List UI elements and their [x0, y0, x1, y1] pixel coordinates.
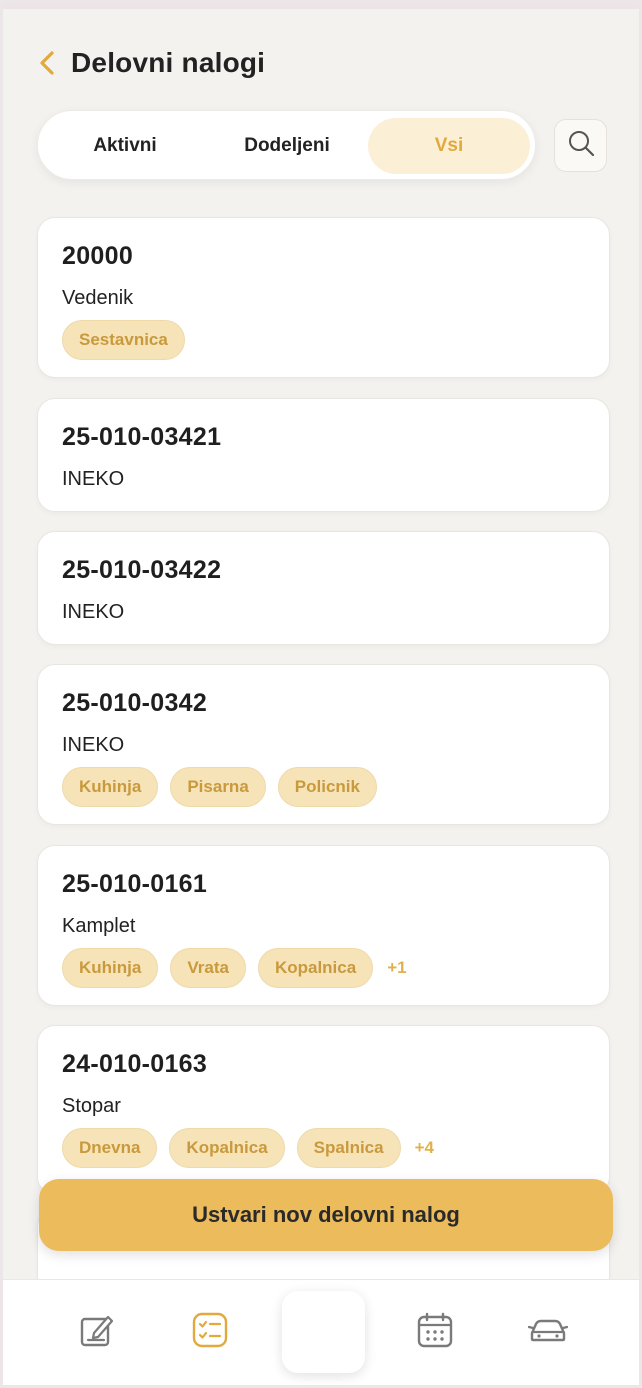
- tag: Spalnica: [296, 1128, 401, 1168]
- order-client: Stopar: [62, 1095, 121, 1117]
- tag: Kuhinja: [62, 948, 159, 988]
- tag-list: Kuhinja Pisarna Policnik: [62, 767, 377, 807]
- page-header: Delovni nalogi: [39, 47, 265, 79]
- order-card[interactable]: 25-010-03422 INEKO: [37, 531, 610, 645]
- create-work-order-button[interactable]: Ustvari nov delovni nalog: [39, 1179, 613, 1251]
- more-tags-count: +4: [414, 1138, 434, 1157]
- app-screen: Delovni nalogi Aktivni Dodeljeni Vsi 200…: [0, 0, 642, 1388]
- nav-edit[interactable]: [77, 1312, 117, 1352]
- order-card[interactable]: 25-010-0161 Kamplet Kuhinja Vrata Kopaln…: [37, 845, 610, 1006]
- tag: Kuhinja: [62, 767, 159, 807]
- more-tags-count: +1: [387, 958, 407, 977]
- order-client: INEKO: [62, 468, 125, 490]
- order-card[interactable]: 24-010-0163 Stopar Dnevna Kopalnica Spal…: [37, 1025, 610, 1195]
- tag-list: Dnevna Kopalnica Spalnica +4: [62, 1128, 434, 1168]
- search-icon: [566, 128, 596, 163]
- tag: Dnevna: [62, 1128, 158, 1168]
- car-icon: [527, 1311, 569, 1354]
- order-card[interactable]: 20000 Vedenik Sestavnica: [37, 217, 610, 378]
- nav-car[interactable]: [527, 1311, 569, 1354]
- tag-list: Kuhinja Vrata Kopalnica +1: [62, 948, 407, 988]
- checklist-icon: [191, 1311, 229, 1354]
- tab-aktivni[interactable]: Aktivni: [52, 118, 198, 174]
- tag: Kopalnica: [257, 948, 374, 988]
- order-client: INEKO: [62, 601, 125, 623]
- order-number: 25-010-0342: [62, 689, 208, 717]
- nav-calendar[interactable]: [415, 1312, 455, 1352]
- order-number: 25-010-0161: [62, 870, 208, 898]
- filter-segmented-control: Aktivni Dodeljeni Vsi: [37, 110, 536, 180]
- order-client: Vedenik: [62, 287, 134, 309]
- tag: Pisarna: [170, 767, 266, 807]
- tab-dodeljeni[interactable]: Dodeljeni: [212, 118, 362, 174]
- tag: Vrata: [170, 948, 246, 988]
- chevron-left-icon[interactable]: [39, 47, 59, 79]
- order-number: 20000: [62, 242, 134, 270]
- order-card[interactable]: 25-010-0342 INEKO Kuhinja Pisarna Policn…: [37, 664, 610, 825]
- edit-icon: [78, 1311, 116, 1354]
- order-number: 24-010-0163: [62, 1050, 208, 1078]
- nav-center-action-button[interactable]: [282, 1291, 365, 1373]
- order-number: 25-010-03421: [62, 423, 222, 451]
- page-title: Delovni nalogi: [71, 47, 266, 78]
- order-card[interactable]: 25-010-03421 INEKO: [37, 398, 610, 512]
- tag: Sestavnica: [62, 320, 185, 360]
- tag-list: Sestavnica: [62, 320, 185, 360]
- order-client: Kamplet: [62, 915, 136, 937]
- status-strip: [3, 3, 639, 9]
- order-client: INEKO: [62, 734, 125, 756]
- tag: Kopalnica: [169, 1128, 285, 1168]
- order-number: 25-010-03422: [62, 556, 222, 584]
- calendar-icon: [416, 1311, 454, 1354]
- search-button[interactable]: [554, 119, 607, 172]
- tag: Policnik: [277, 767, 377, 807]
- tab-vsi[interactable]: Vsi: [368, 118, 530, 174]
- nav-checklist[interactable]: [190, 1312, 230, 1352]
